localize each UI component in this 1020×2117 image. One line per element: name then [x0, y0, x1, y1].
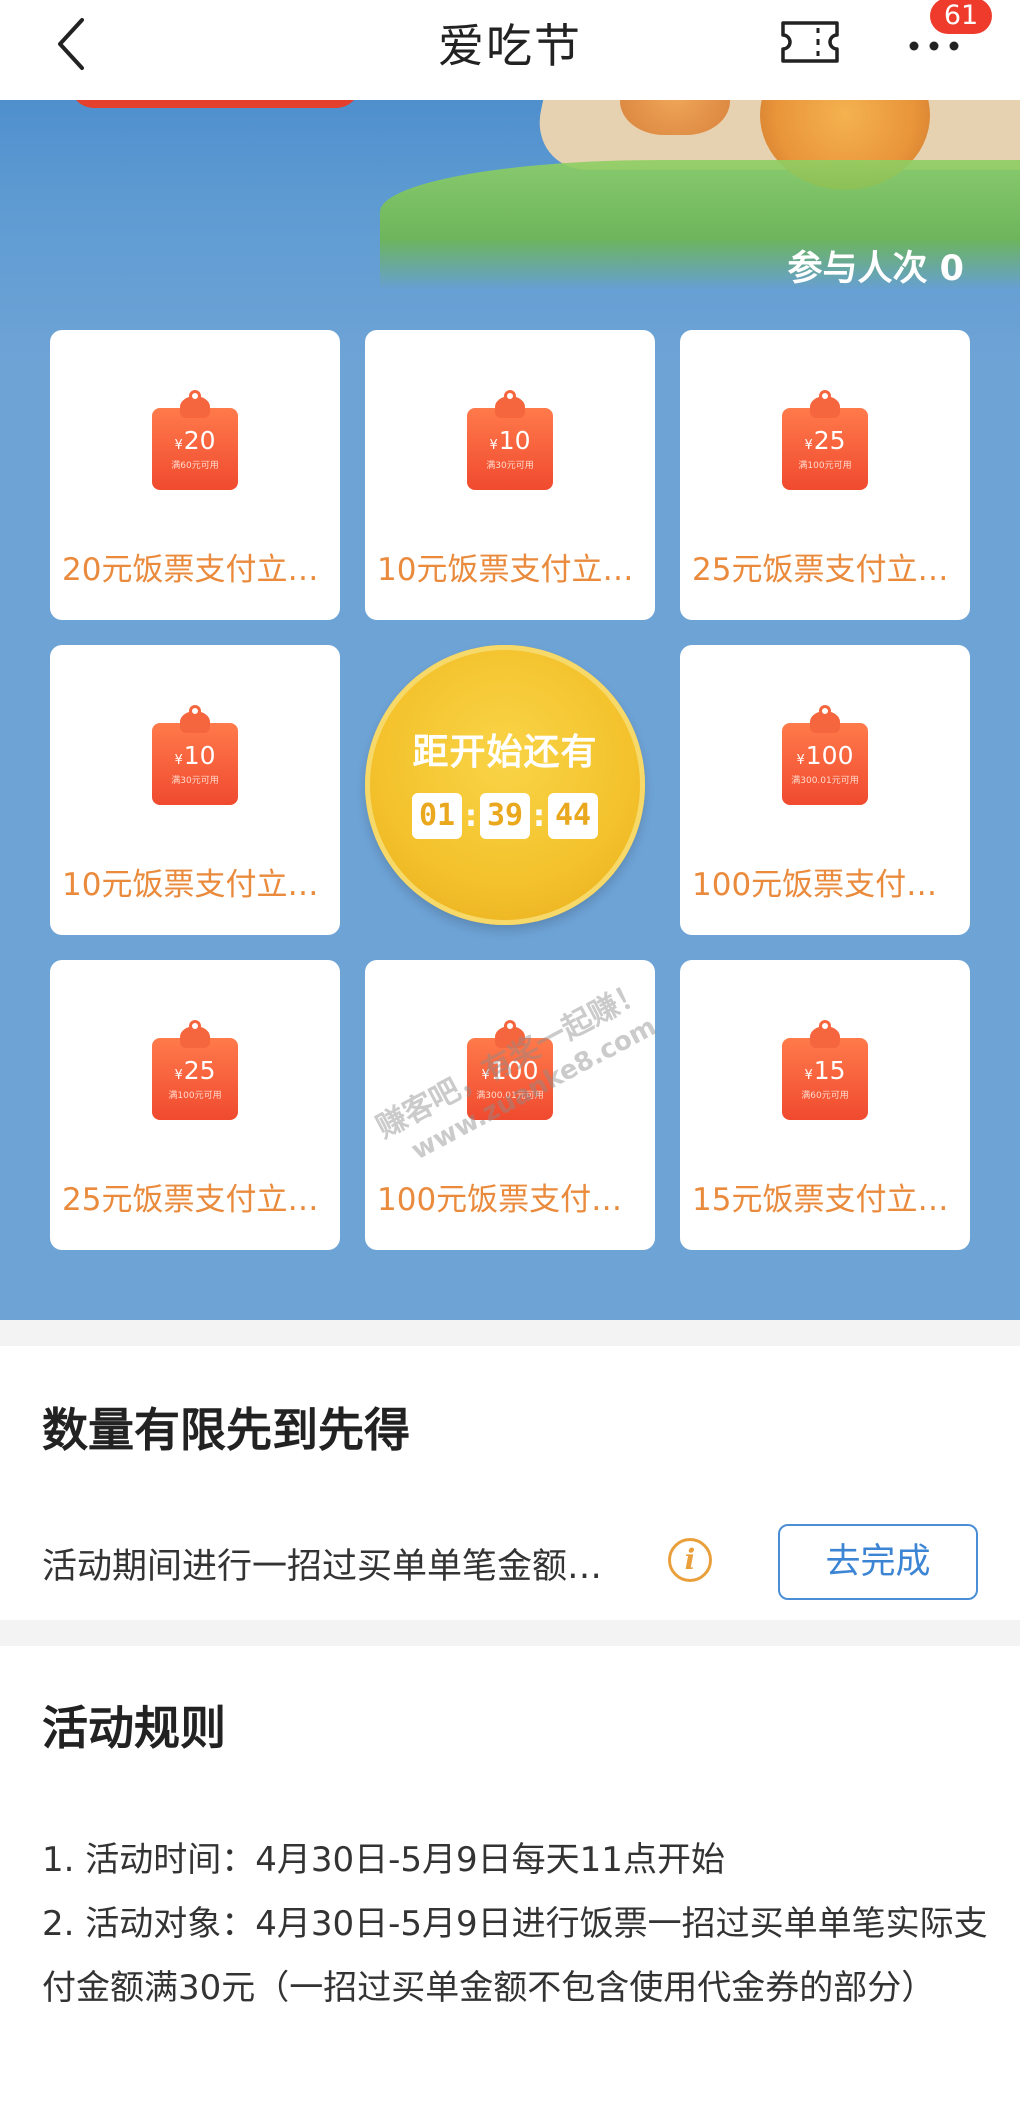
coupon-label: 10元饭票支付立… — [377, 552, 634, 588]
coupon-card[interactable]: ¥100 满300.01元可用 100元饭票支付… — [680, 645, 970, 935]
countdown-minutes: 39 — [480, 793, 530, 839]
coupon-card[interactable]: ¥10 满30元可用 10元饭票支付立… — [365, 330, 655, 620]
coupon-tag-icon: ¥100 满300.01元可用 — [782, 705, 868, 805]
coupon-label: 20元饭票支付立… — [62, 552, 319, 588]
coupon-card[interactable]: ¥25 满100元可用 25元饭票支付立… — [680, 330, 970, 620]
info-icon[interactable]: i — [668, 1538, 712, 1582]
coupon-card[interactable]: ¥20 满60元可用 20元饭票支付立… — [50, 330, 340, 620]
rules-title: 活动规则 — [42, 1701, 226, 1755]
hero-banner-background — [0, 100, 1020, 360]
coupon-label: 15元饭票支付立… — [692, 1182, 949, 1218]
task-section-title: 数量有限先到先得 — [42, 1403, 410, 1457]
countdown-title: 距开始还有 — [412, 732, 598, 773]
banner-red-pill — [70, 100, 360, 108]
coupon-tag-icon: ¥10 满30元可用 — [152, 705, 238, 805]
task-section: 数量有限先到先得 活动期间进行一招过买单单笔金额… i 去完成 — [0, 1346, 1020, 1620]
coupon-tag-icon: ¥25 满100元可用 — [782, 390, 868, 490]
coupon-card[interactable]: ¥15 满60元可用 15元饭票支付立… — [680, 960, 970, 1250]
page-title: 爱吃节 — [438, 19, 582, 73]
coupon-label: 10元饭票支付立… — [62, 867, 319, 903]
ticket-icon[interactable] — [780, 20, 840, 64]
coupon-tag-icon: ¥25 满100元可用 — [152, 1020, 238, 1120]
countdown-seconds: 44 — [548, 793, 598, 839]
complete-task-button[interactable]: 去完成 — [778, 1524, 978, 1600]
rules-section: 活动规则 1. 活动时间：4月30日-5月9日每天11点开始 2. 活动对象：4… — [0, 1646, 1020, 2117]
notification-badge: 61 — [930, 0, 992, 34]
coupon-label: 100元饭票支付… — [377, 1182, 623, 1218]
top-nav-bar: 爱吃节 61 — [0, 0, 1020, 100]
rule-item: 2. 活动对象：4月30日-5月9日进行饭票一招过买单单笔实际支付金额满30元（… — [42, 1904, 988, 2008]
activity-hero: 参与人次 0 ¥20 满60元可用 20元饭票支付立… ¥10 满30元可用 1… — [0, 100, 1020, 1320]
coupon-label: 100元饭票支付… — [692, 867, 938, 903]
countdown-timer: 距开始还有 01 : 39 : 44 — [365, 645, 645, 925]
section-divider — [0, 1320, 1020, 1346]
coupon-tag-icon: ¥10 满30元可用 — [467, 390, 553, 490]
section-divider — [0, 1620, 1020, 1646]
coupon-tag-icon: ¥15 满60元可用 — [782, 1020, 868, 1120]
coupon-tag-icon: ¥20 满60元可用 — [152, 390, 238, 490]
participants-count: 参与人次 0 — [787, 249, 964, 289]
coupon-label: 25元饭票支付立… — [692, 552, 949, 588]
coupon-card[interactable]: ¥10 满30元可用 10元饭票支付立… — [50, 645, 340, 935]
rule-item: 1. 活动时间：4月30日-5月9日每天11点开始 — [42, 1840, 725, 1880]
countdown-hours: 01 — [412, 793, 462, 839]
coupon-card[interactable]: ¥25 满100元可用 25元饭票支付立… — [50, 960, 340, 1250]
task-description: 活动期间进行一招过买单单笔金额… — [42, 1547, 603, 1587]
coupon-label: 25元饭票支付立… — [62, 1182, 319, 1218]
